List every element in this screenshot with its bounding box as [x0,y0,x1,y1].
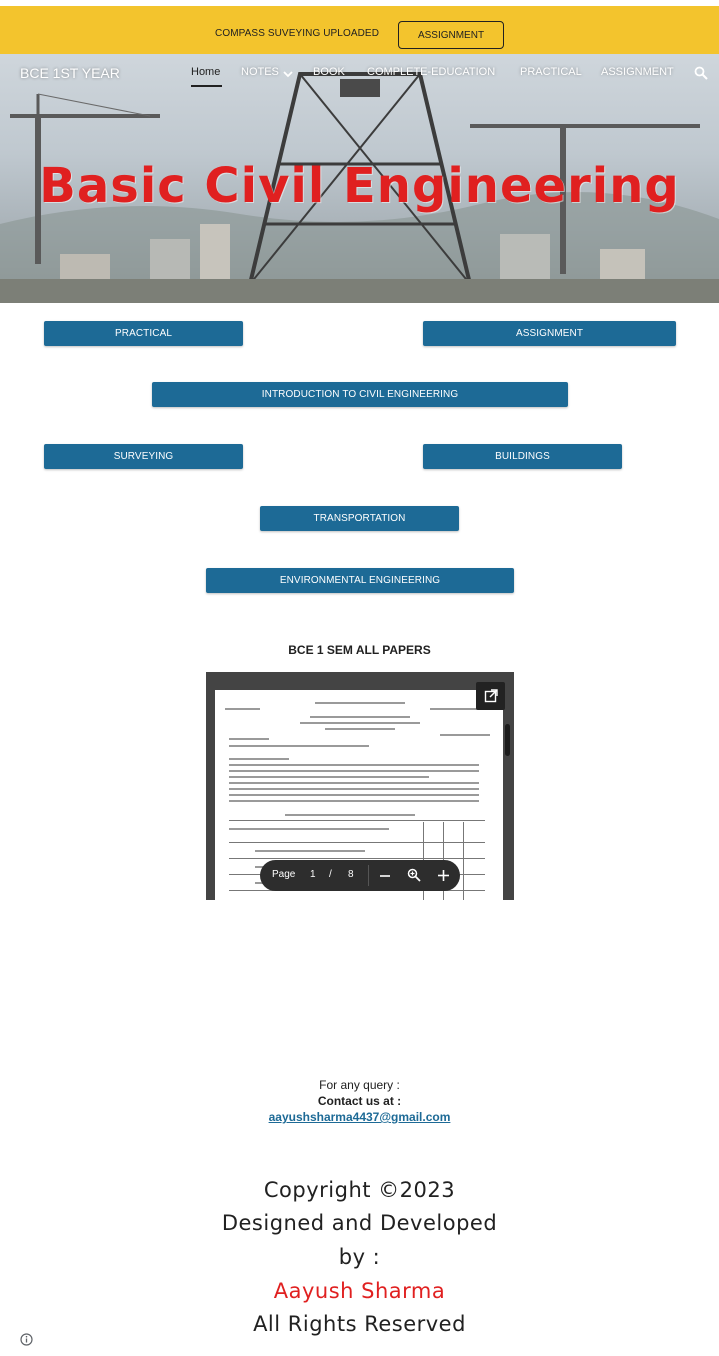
pdf-scrollbar[interactable] [505,724,510,756]
nav-home[interactable]: Home [191,66,220,78]
info-icon[interactable] [20,1333,33,1346]
nav-notes[interactable]: NOTES [241,66,279,78]
intro-civil-engineering-button[interactable]: INTRODUCTION TO CIVIL ENGINEERING [152,382,568,407]
site-title[interactable]: BCE 1ST YEAR [20,65,120,81]
zoom-icon[interactable] [407,868,421,882]
announcement-text: COMPASS SUVEYING UPLOADED [215,28,380,39]
transportation-button[interactable]: TRANSPORTATION [260,506,459,531]
search-icon[interactable] [694,66,708,80]
contact-label: Contact us at : [317,1094,402,1108]
footer-copyright: Copyright ©2023 [263,1178,456,1202]
hero-title: Basic Civil Engineering [39,158,680,214]
announcement-assignment-button[interactable]: ASSIGNMENT [398,21,504,49]
total-pages: 8 [348,869,354,880]
footer-designed: Designed and Developed [221,1211,498,1235]
practical-button[interactable]: PRACTICAL [44,321,243,346]
footer-by: by : [338,1245,381,1269]
footer-rights: All Rights Reserved [253,1312,466,1336]
nav-assignment[interactable]: ASSIGNMENT [601,66,674,78]
surveying-button[interactable]: SURVEYING [44,444,243,469]
buildings-button[interactable]: BUILDINGS [423,444,622,469]
nav-active-indicator [191,85,222,87]
current-page-input[interactable]: 1 [310,869,316,880]
nav-practical[interactable]: PRACTICAL [520,66,582,78]
environmental-engineering-button[interactable]: ENVIRONMENTAL ENGINEERING [206,568,514,593]
nav-complete-education[interactable]: COMPLETE-EDUCATION [367,66,495,78]
chevron-down-icon[interactable] [282,68,294,80]
zoom-out-icon[interactable] [379,870,391,882]
page-label: Page [272,869,296,880]
pdf-toolbar: Page 1 / 8 [260,860,460,891]
contact-query-text: For any query : [319,1078,400,1092]
footer-author: Aayush Sharma [273,1279,446,1303]
announcement-banner: COMPASS SUVEYING UPLOADED ASSIGNMENT [0,6,719,54]
assignment-button[interactable]: ASSIGNMENT [423,321,676,346]
zoom-in-icon[interactable] [437,869,450,882]
open-in-new-icon[interactable] [476,682,505,710]
nav-book[interactable]: BOOK [313,66,345,78]
contact-email-link[interactable]: aayushsharma4437@gmail.com [0,1110,719,1124]
hero-banner: Basic Civil Engineering [0,54,719,303]
page-separator: / [329,869,332,880]
papers-section-title: BCE 1 SEM ALL PAPERS [288,643,431,657]
